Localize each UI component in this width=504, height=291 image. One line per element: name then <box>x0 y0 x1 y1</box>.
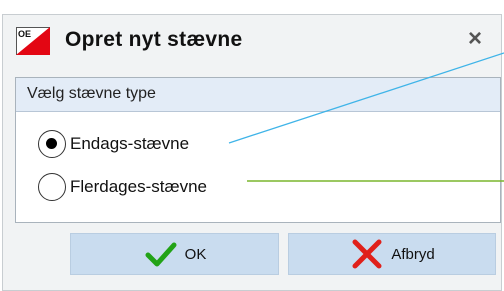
cancel-button[interactable]: Afbryd <box>288 233 496 275</box>
dialog-titlebar: OE Opret nyt stævne × <box>3 15 501 63</box>
cancel-button-label: Afbryd <box>391 245 435 263</box>
radio-option-multi-day[interactable]: Flerdages-stævne <box>38 173 207 201</box>
radio-label-single-day: Endags-stævne <box>70 134 190 153</box>
event-type-group: Vælg stævne type Endags-stævne Flerdages… <box>15 77 501 223</box>
group-header: Vælg stævne type <box>16 78 500 112</box>
radio-label-multi-day: Flerdages-stævne <box>70 177 208 196</box>
radio-button-single-day[interactable] <box>38 130 66 158</box>
logo-text: OE <box>18 29 31 39</box>
checkmark-icon <box>145 242 177 267</box>
radio-option-single-day[interactable]: Endags-stævne <box>38 130 189 158</box>
dialog-title: Opret nyt stævne <box>65 28 243 51</box>
window-top-strip <box>0 0 504 14</box>
ok-button-label: OK <box>184 245 207 263</box>
red-x-icon <box>352 239 382 269</box>
radio-button-multi-day[interactable] <box>38 173 66 201</box>
orienteering-flag-icon: OE <box>16 27 50 55</box>
new-event-dialog: OE Opret nyt stævne × Vælg stævne type E… <box>2 14 502 291</box>
ok-button[interactable]: OK <box>70 233 279 275</box>
close-icon[interactable]: × <box>461 25 489 53</box>
